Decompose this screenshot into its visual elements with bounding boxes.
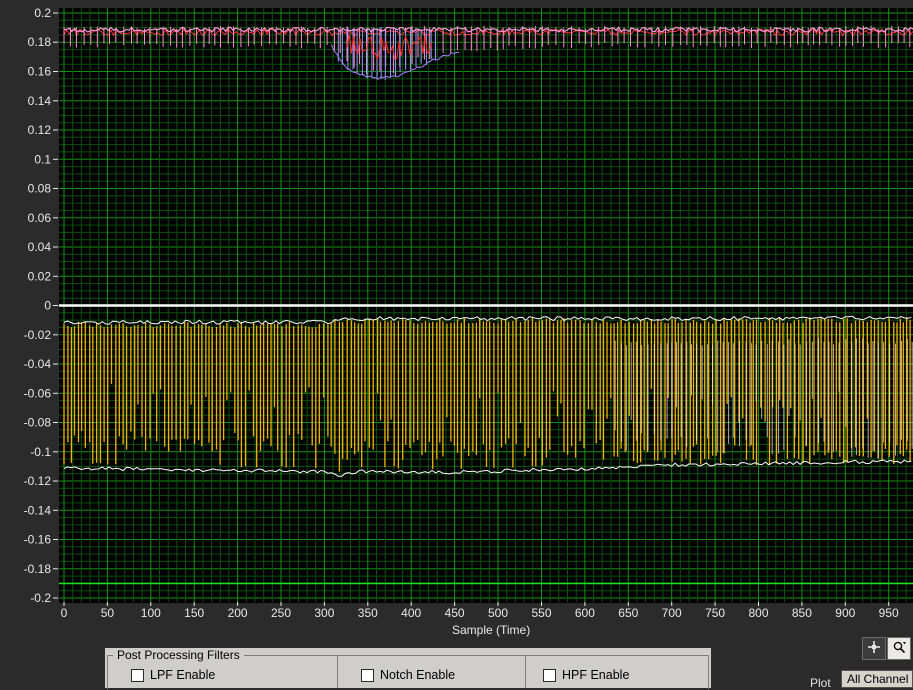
svg-text:450: 450: [445, 606, 465, 620]
magnifier-icon: [892, 640, 907, 658]
plot-channel-value: All Channel: [847, 672, 909, 686]
hpf-enable-row: HPF Enable: [543, 668, 629, 682]
svg-text:-0.16: -0.16: [24, 533, 52, 547]
svg-text:0.02: 0.02: [28, 269, 52, 283]
svg-text:850: 850: [792, 606, 812, 620]
svg-text:0.08: 0.08: [28, 182, 52, 196]
svg-text:0.04: 0.04: [28, 240, 52, 254]
svg-text:-0.06: -0.06: [24, 386, 52, 400]
post-processing-filters-group: Post Processing Filters LPF Enable Notch…: [105, 648, 711, 689]
svg-text:0.12: 0.12: [28, 123, 52, 137]
svg-text:0: 0: [44, 299, 51, 313]
svg-text:0: 0: [61, 606, 68, 620]
svg-text:700: 700: [662, 606, 682, 620]
svg-text:-0.02: -0.02: [24, 328, 52, 342]
plot-channel-dropdown[interactable]: All Channel: [841, 670, 913, 688]
lpf-enable-row: LPF Enable: [131, 668, 215, 682]
notch-enable-label: Notch Enable: [380, 668, 456, 682]
hpf-enable-label: HPF Enable: [562, 668, 630, 682]
svg-text:Sample (Time): Sample (Time): [452, 623, 530, 637]
svg-text:-0.1: -0.1: [30, 445, 51, 459]
svg-text:-0.2: -0.2: [30, 591, 51, 605]
svg-text:400: 400: [401, 606, 421, 620]
svg-text:0.16: 0.16: [28, 65, 52, 79]
svg-text:0.06: 0.06: [28, 211, 52, 225]
svg-text:650: 650: [618, 606, 638, 620]
svg-text:0.1: 0.1: [34, 152, 51, 166]
svg-text:950: 950: [879, 606, 899, 620]
svg-text:0.18: 0.18: [28, 35, 52, 49]
svg-text:-0.14: -0.14: [24, 503, 52, 517]
zoom-tool-button[interactable]: [887, 637, 911, 660]
lpf-enable-checkbox[interactable]: [131, 668, 144, 682]
svg-text:50: 50: [101, 606, 115, 620]
pan-tool-button[interactable]: [862, 637, 886, 660]
svg-text:0.14: 0.14: [28, 94, 52, 108]
svg-text:750: 750: [705, 606, 725, 620]
filters-divider-1: [337, 656, 338, 688]
svg-text:550: 550: [531, 606, 551, 620]
filters-divider-2: [525, 656, 526, 688]
svg-text:0.2: 0.2: [34, 6, 51, 20]
svg-text:200: 200: [228, 606, 248, 620]
svg-text:-0.18: -0.18: [24, 562, 52, 576]
crosshair-icon: [867, 640, 881, 657]
hpf-enable-checkbox[interactable]: [543, 668, 556, 682]
notch-enable-row: Notch Enable: [361, 668, 455, 682]
lpf-enable-label: LPF Enable: [150, 668, 216, 682]
svg-text:300: 300: [314, 606, 334, 620]
svg-text:250: 250: [271, 606, 291, 620]
svg-text:800: 800: [748, 606, 768, 620]
svg-text:500: 500: [488, 606, 508, 620]
svg-text:-0.04: -0.04: [24, 357, 52, 371]
filters-group-title: Post Processing Filters: [113, 648, 244, 662]
svg-text:600: 600: [575, 606, 595, 620]
svg-text:100: 100: [141, 606, 161, 620]
svg-text:900: 900: [835, 606, 855, 620]
waveform-graph[interactable]: 0.20.180.160.140.120.10.080.060.040.020-…: [0, 0, 913, 646]
svg-text:-0.08: -0.08: [24, 416, 52, 430]
svg-text:350: 350: [358, 606, 378, 620]
graph-tool-palette: [862, 637, 911, 660]
notch-enable-checkbox[interactable]: [361, 668, 374, 682]
svg-text:-0.12: -0.12: [24, 474, 52, 488]
svg-text:150: 150: [184, 606, 204, 620]
